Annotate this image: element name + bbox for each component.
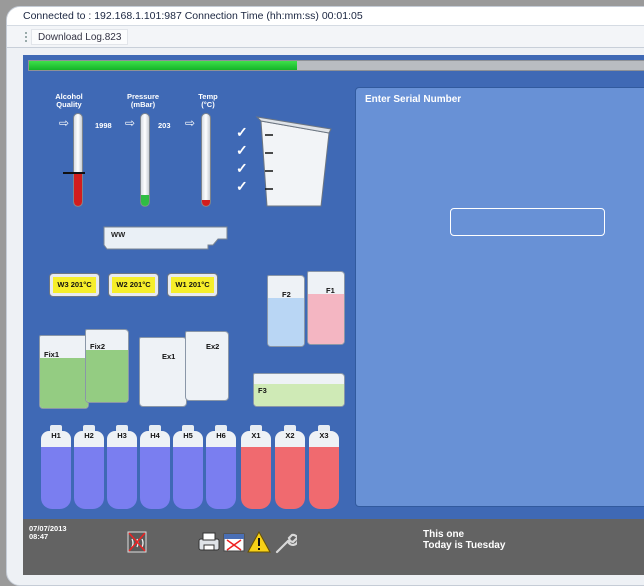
container-fix1[interactable]: Fix1	[39, 335, 89, 409]
warning-icon[interactable]	[247, 531, 271, 553]
bottle-label: H1	[51, 431, 61, 440]
check-icon: ✓	[236, 124, 248, 140]
pointer-arrow-icon: ⇨	[125, 116, 136, 130]
bottle-x1[interactable]: X1	[241, 425, 271, 509]
bottle-h1[interactable]: H1	[41, 425, 71, 509]
gauge-label-alcohol: Alcohol Quality	[55, 92, 83, 109]
check-icon: ✓	[236, 142, 248, 158]
ww-label: WW	[111, 230, 126, 239]
processor-screen: Alcohol Quality Pressure (mBar) Temp (°C) ⇨…	[23, 55, 644, 575]
warm-button-w2[interactable]: W2 201°C	[109, 274, 158, 296]
bottle-label: X2	[285, 431, 295, 440]
bottle-x2[interactable]: X2	[275, 425, 305, 509]
container-ex2[interactable]: Ex2	[185, 331, 229, 401]
printer-icon[interactable]	[197, 531, 221, 553]
container-f3[interactable]: F3	[253, 373, 345, 407]
calendar-icon[interactable]	[223, 531, 245, 553]
bottle-label: H6	[216, 431, 226, 440]
app-window: Connected to : 192.168.1.101:987 Connect…	[6, 6, 644, 586]
gauge-label-temp: Temp (°C)	[198, 92, 218, 109]
bottle-h6[interactable]: H6	[206, 425, 236, 509]
title-bar: Connected to : 192.168.1.101:987 Connect…	[7, 7, 644, 26]
warm-button-w3[interactable]: W3 201°C	[50, 274, 99, 296]
bottle-h3[interactable]: H3	[107, 425, 137, 509]
status-datetime: 07/07/2013 08:47	[29, 524, 67, 541]
gauge-pressure-value: 203	[158, 121, 171, 130]
bottle-h4[interactable]: H4	[140, 425, 170, 509]
bottle-label: H4	[150, 431, 160, 440]
progress-fill	[29, 61, 297, 70]
pointer-arrow-icon: ⇨	[59, 116, 70, 130]
bottle-label: H3	[117, 431, 127, 440]
bottle-h5[interactable]: H5	[173, 425, 203, 509]
bottle-label: H5	[183, 431, 193, 440]
window-title: Connected to : 192.168.1.101:987 Connect…	[23, 10, 363, 22]
bottle-label: H2	[84, 431, 94, 440]
toolbar-grip	[25, 32, 27, 42]
serial-number-input[interactable]	[450, 208, 605, 236]
bottle-x3[interactable]: X3	[309, 425, 339, 509]
warm-button-w1[interactable]: W1 201°C	[168, 274, 217, 296]
serial-panel: Enter Serial Number	[355, 87, 644, 507]
gauge-pressure-thermometer	[140, 113, 150, 207]
panel-title: Enter Serial Number	[365, 94, 462, 105]
wrench-icon[interactable]	[273, 531, 297, 555]
check-icon: ✓	[236, 160, 248, 176]
gauge-label-pressure: Pressure (mBar)	[126, 92, 160, 109]
pointer-arrow-icon: ⇨	[185, 116, 196, 130]
bottle-h2[interactable]: H2	[74, 425, 104, 509]
gauge-temp-thermometer	[201, 113, 211, 207]
container-f2[interactable]: F2	[267, 275, 305, 347]
no-heat-icon[interactable]	[127, 531, 147, 553]
bottle-label: X3	[319, 431, 329, 440]
tank-icon	[255, 116, 332, 207]
progress-bar	[28, 60, 644, 71]
check-icon: ✓	[236, 178, 248, 194]
status-message: This one Today is Tuesday	[423, 529, 506, 551]
container-f1[interactable]: F1	[307, 271, 345, 345]
container-ex1[interactable]: Ex1	[139, 337, 187, 407]
bottle-label: X1	[251, 431, 261, 440]
download-log-menu[interactable]: Download Log.823	[31, 29, 129, 45]
alcohol-threshold-marker	[63, 172, 85, 174]
menu-bar: Download Log.823	[7, 26, 644, 48]
container-fix2[interactable]: Fix2	[85, 329, 129, 403]
gauge-alcohol-value: 1998	[95, 121, 112, 130]
gauge-alcohol-thermometer	[73, 113, 83, 207]
status-bar: 07/07/2013 08:47 This one Today is Tuesd…	[23, 519, 644, 575]
